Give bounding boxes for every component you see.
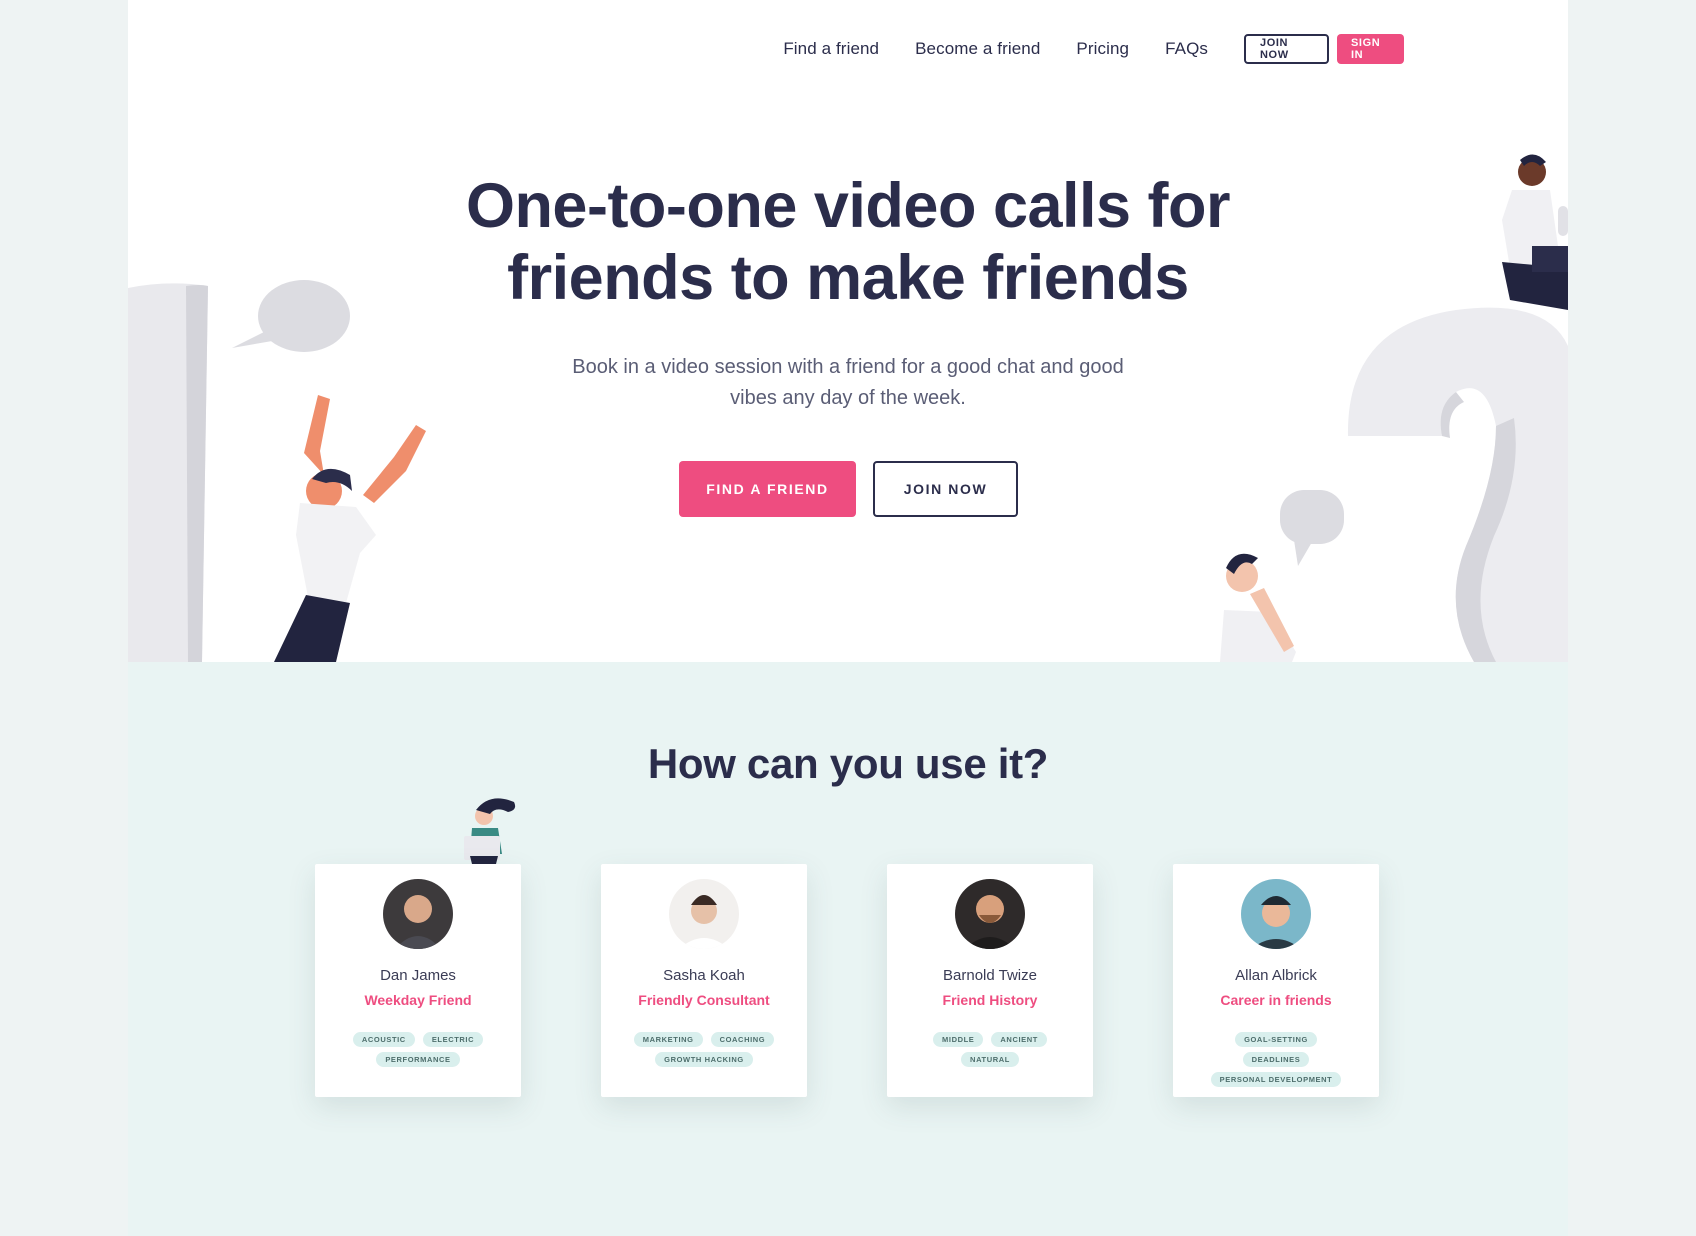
tag[interactable]: GROWTH HACKING bbox=[655, 1052, 753, 1067]
friend-card[interactable]: Dan James Weekday Friend ACOUSTIC ELECTR… bbox=[315, 864, 521, 1097]
card-role: Weekday Friend bbox=[364, 992, 472, 1008]
tag[interactable]: PERSONAL DEVELOPMENT bbox=[1210, 1072, 1342, 1087]
friend-card[interactable]: Allan Albrick Career in friends GOAL-SET… bbox=[1173, 864, 1379, 1097]
tag[interactable]: MARKETING bbox=[633, 1032, 703, 1047]
card-name: Sasha Koah bbox=[663, 967, 745, 984]
tag[interactable]: GOAL-SETTING bbox=[1235, 1032, 1317, 1047]
card-name: Dan James bbox=[380, 967, 456, 984]
hero-subtitle: Book in a video session with a friend fo… bbox=[548, 352, 1148, 414]
tag-list: GOAL-SETTING DEADLINES PERSONAL DEVELOPM… bbox=[1173, 1032, 1379, 1087]
card-name: Barnold Twize bbox=[943, 967, 1037, 984]
exclamation-illustration bbox=[128, 283, 208, 662]
find-a-friend-button[interactable]: FIND A FRIEND bbox=[679, 461, 856, 517]
tag[interactable]: MIDDLE bbox=[933, 1032, 984, 1047]
page: One-to-one video calls for friends to ma… bbox=[128, 0, 1568, 1236]
avatar bbox=[1241, 879, 1311, 949]
tag[interactable]: NATURAL bbox=[961, 1052, 1019, 1067]
tag[interactable]: ACOUSTIC bbox=[352, 1032, 415, 1047]
hero-cta-group: FIND A FRIEND JOIN NOW bbox=[679, 461, 1018, 517]
join-now-hero-button[interactable]: JOIN NOW bbox=[873, 461, 1018, 517]
hero-subtitle-line1: Book in a video session with a friend fo… bbox=[572, 356, 1124, 378]
tag[interactable]: ANCIENT bbox=[991, 1032, 1047, 1047]
tag-list: MIDDLE ANCIENT NATURAL bbox=[887, 1032, 1093, 1067]
tag[interactable]: PERFORMANCE bbox=[376, 1052, 460, 1067]
avatar bbox=[669, 879, 739, 949]
friend-card[interactable]: Barnold Twize Friend History MIDDLE ANCI… bbox=[887, 864, 1093, 1097]
tag-list: MARKETING COACHING GROWTH HACKING bbox=[601, 1032, 807, 1067]
card-role: Friendly Consultant bbox=[638, 992, 770, 1008]
jumping-person-illustration bbox=[274, 395, 426, 662]
nav-link-pricing[interactable]: Pricing bbox=[1076, 39, 1129, 59]
hero-subtitle-line2: vibes any day of the week. bbox=[730, 387, 966, 409]
hero-title-line1: One-to-one video calls for bbox=[465, 171, 1231, 241]
join-now-button[interactable]: JOIN NOW bbox=[1244, 34, 1329, 64]
nav-link-become-a-friend[interactable]: Become a friend bbox=[915, 39, 1040, 59]
friend-card[interactable]: Sasha Koah Friendly Consultant MARKETING… bbox=[601, 864, 807, 1097]
tag[interactable]: ELECTRIC bbox=[422, 1032, 484, 1047]
hero-title-line2: friends to make friends bbox=[507, 243, 1189, 313]
hero-title: One-to-one video calls for friends to ma… bbox=[128, 170, 1568, 314]
sign-in-button[interactable]: SIGN IN bbox=[1337, 34, 1404, 64]
nav-link-find-a-friend[interactable]: Find a friend bbox=[783, 39, 879, 59]
nav-link-faqs[interactable]: FAQs bbox=[1165, 39, 1208, 59]
how-to-use-section: How can you use it? Dan James Weekday Fr… bbox=[128, 662, 1568, 1236]
section-title: How can you use it? bbox=[647, 740, 1049, 787]
avatar bbox=[955, 879, 1025, 949]
tag[interactable]: DEADLINES bbox=[1242, 1052, 1310, 1067]
speech-bubble-icon bbox=[1280, 490, 1344, 566]
tag-list: ACOUSTIC ELECTRIC PERFORMANCE bbox=[315, 1032, 521, 1067]
card-name: Allan Albrick bbox=[1235, 967, 1317, 984]
top-nav: Find a friend Become a friend Pricing FA… bbox=[783, 34, 1404, 64]
card-role: Friend History bbox=[942, 992, 1038, 1008]
avatar bbox=[383, 879, 453, 949]
question-mark-illustration bbox=[1347, 307, 1568, 662]
hero-section: One-to-one video calls for friends to ma… bbox=[128, 0, 1568, 662]
tag[interactable]: COACHING bbox=[710, 1032, 775, 1047]
card-role: Career in friends bbox=[1220, 992, 1332, 1008]
